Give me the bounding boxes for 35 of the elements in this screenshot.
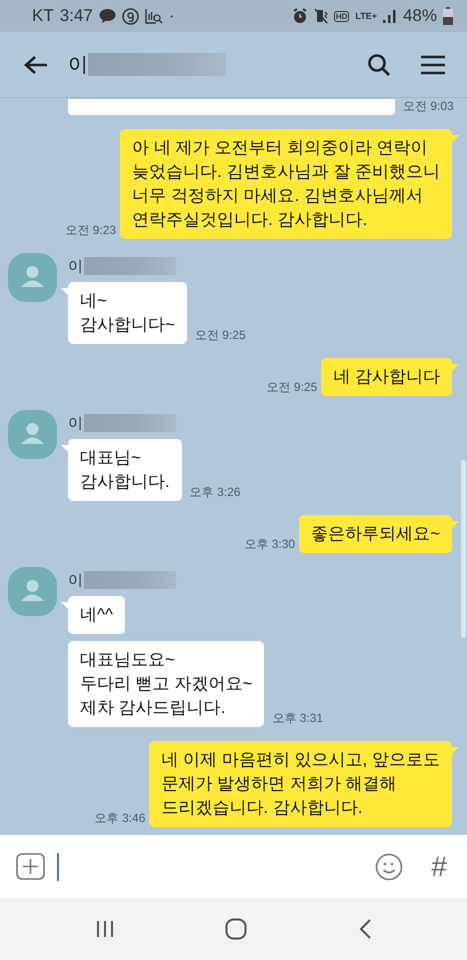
vibrate-mute-icon: [314, 8, 328, 24]
network-label: LTE+: [355, 11, 377, 21]
message-time: 오후 3:46: [94, 810, 146, 827]
message-time: 오후 3:26: [190, 484, 240, 501]
hd-badge: HD: [334, 10, 350, 22]
recent-apps-icon[interactable]: [95, 920, 116, 938]
emoji-icon[interactable]: [375, 852, 404, 880]
message-time: 오전 9:25: [194, 327, 246, 344]
plus-icon[interactable]: [16, 853, 45, 880]
message-time: 오전 9:23: [65, 222, 116, 239]
battery-percent: 48%: [402, 6, 437, 26]
back-chevron-icon[interactable]: [358, 919, 372, 939]
sender-name: 이: [68, 570, 83, 590]
scrollbar[interactable]: [461, 460, 466, 638]
chat-bubble-icon: [98, 9, 116, 23]
search-icon[interactable]: [367, 52, 391, 76]
chart-search-icon: [144, 8, 163, 24]
message-time: 오후 3:30: [244, 536, 296, 553]
notification-dot: ·: [168, 6, 174, 26]
sender-name: 이: [68, 256, 83, 276]
alarm-icon: [292, 8, 308, 24]
carrier-label: KT: [32, 6, 54, 26]
menu-icon[interactable]: [421, 54, 445, 74]
circle-letter-icon: [122, 8, 139, 24]
back-arrow-icon[interactable]: [24, 54, 48, 74]
message-time: 오전 9:03: [403, 98, 454, 115]
message-time: 오후 3:31: [272, 710, 324, 727]
clock: 3:47: [60, 6, 93, 26]
message-time: 오전 9:25: [266, 379, 318, 396]
signal-icon: [382, 9, 397, 23]
chat-title: 이: [68, 53, 88, 78]
home-icon[interactable]: [225, 918, 248, 940]
battery-icon: [443, 7, 453, 25]
hashtag-button[interactable]: #: [431, 850, 447, 882]
sender-name: 이: [68, 414, 83, 432]
